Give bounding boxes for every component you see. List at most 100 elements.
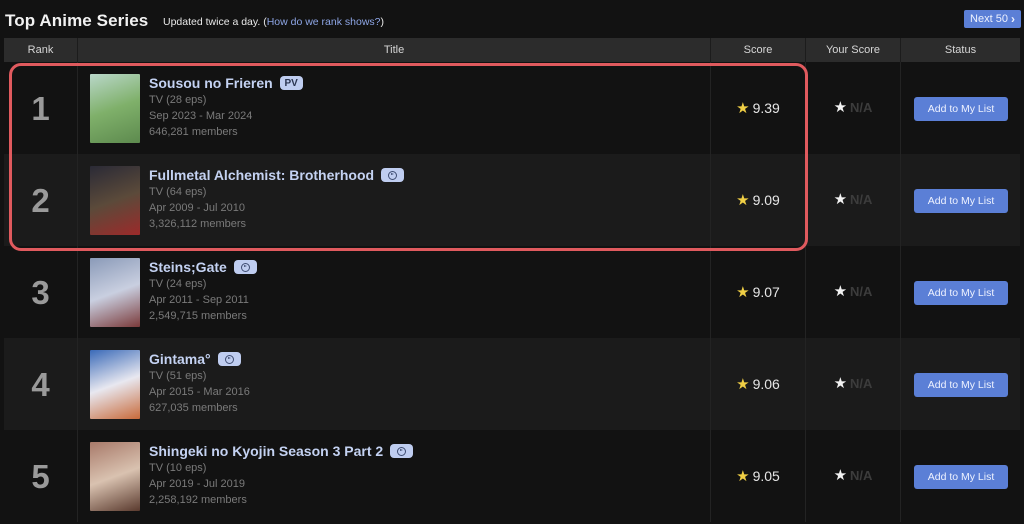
promo-video-badge[interactable]: PV	[279, 76, 303, 90]
star-icon: ★	[736, 283, 750, 301]
score-value: 9.05	[752, 468, 780, 484]
anime-type: TV (24 eps)	[149, 278, 207, 290]
anime-thumbnail[interactable]	[90, 442, 140, 511]
page-title: Top Anime Series	[5, 11, 149, 30]
anime-info: Gintama° TV (51 eps) Apr 2015 - Mar 2016…	[149, 350, 250, 416]
star-outline-icon[interactable]: ★	[834, 284, 847, 299]
chevron-right-icon: ›	[1010, 12, 1015, 26]
title-cell: Fullmetal Alchemist: Brotherhood TV (64 …	[78, 154, 711, 246]
update-note: Updated twice a day.	[163, 16, 261, 28]
rank-method-link[interactable]: How do we rank shows?	[267, 16, 381, 28]
anime-info: Steins;Gate TV (24 eps) Apr 2011 - Sep 2…	[149, 258, 257, 324]
anime-members: 2,258,192 members	[149, 494, 247, 506]
anime-type: TV (51 eps)	[149, 370, 207, 382]
rank-cell: 1	[4, 62, 78, 154]
anime-members: 2,549,715 members	[149, 310, 247, 322]
add-to-list-button[interactable]: Add to My List	[914, 465, 1008, 489]
column-header-score[interactable]: Score	[711, 38, 806, 62]
next-50-button[interactable]: Next 50 ›	[964, 10, 1021, 28]
anime-aired: Apr 2009 - Jul 2010	[149, 202, 246, 214]
anime-members: 646,281 members	[149, 126, 238, 138]
star-icon: ★	[736, 191, 750, 209]
anime-aired: Apr 2019 - Jul 2019	[149, 478, 246, 490]
column-header-status[interactable]: Status	[901, 38, 1020, 62]
table-row: 1 Sousou no Frieren PV TV (28 eps) Sep 2…	[4, 62, 1020, 154]
your-score-value: N/A	[850, 468, 873, 483]
anime-thumbnail[interactable]	[90, 74, 140, 143]
anime-thumbnail[interactable]	[90, 350, 140, 419]
anime-title-link[interactable]: Gintama°	[149, 351, 211, 367]
anime-thumbnail[interactable]	[90, 166, 140, 235]
play-icon	[224, 354, 234, 364]
star-outline-icon[interactable]: ★	[834, 376, 847, 391]
star-icon: ★	[736, 375, 750, 393]
play-icon	[388, 170, 398, 180]
rank-number: 5	[31, 458, 50, 495]
your-score-value: N/A	[850, 376, 873, 391]
score-value: 9.09	[752, 192, 780, 208]
anime-info: Shingeki no Kyojin Season 3 Part 2 TV (1…	[149, 442, 414, 508]
add-to-list-button[interactable]: Add to My List	[914, 189, 1008, 213]
score-value: 9.39	[752, 100, 780, 116]
rank-cell: 4	[4, 338, 78, 430]
play-video-button[interactable]	[381, 168, 405, 182]
add-to-list-button[interactable]: Add to My List	[914, 373, 1008, 397]
paren-close: )	[380, 16, 385, 28]
score-cell: ★ 9.05	[711, 430, 806, 522]
play-video-button[interactable]	[233, 260, 257, 274]
rank-cell: 3	[4, 246, 78, 338]
table-row: 3 Steins;Gate TV (24 eps) Apr 2011 - Sep…	[4, 246, 1020, 338]
score-cell: ★ 9.09	[711, 154, 806, 246]
title-cell: Sousou no Frieren PV TV (28 eps) Sep 202…	[78, 62, 711, 154]
anime-type: TV (10 eps)	[149, 462, 207, 474]
your-score-cell: ★ N/A	[806, 430, 901, 522]
star-outline-icon[interactable]: ★	[834, 192, 847, 207]
status-cell: Add to My List	[901, 246, 1020, 338]
status-cell: Add to My List	[901, 62, 1020, 154]
add-to-list-button[interactable]: Add to My List	[914, 97, 1008, 121]
rank-number: 2	[31, 182, 50, 219]
anime-thumbnail[interactable]	[90, 258, 140, 327]
add-to-list-button[interactable]: Add to My List	[914, 281, 1008, 305]
rank-cell: 2	[4, 154, 78, 246]
anime-aired: Apr 2011 - Sep 2011	[149, 294, 249, 306]
anime-title-link[interactable]: Fullmetal Alchemist: Brotherhood	[149, 167, 374, 183]
anime-title-link[interactable]: Steins;Gate	[149, 259, 227, 275]
your-score-value: N/A	[850, 100, 873, 115]
rank-number: 3	[31, 274, 50, 311]
score-value: 9.06	[752, 376, 780, 392]
column-header-your-score[interactable]: Your Score	[806, 38, 901, 62]
anime-info: Sousou no Frieren PV TV (28 eps) Sep 202…	[149, 74, 303, 140]
title-cell: Shingeki no Kyojin Season 3 Part 2 TV (1…	[78, 430, 711, 522]
play-icon	[397, 446, 407, 456]
score-cell: ★ 9.06	[711, 338, 806, 430]
rank-number: 4	[31, 366, 50, 403]
your-score-cell: ★ N/A	[806, 62, 901, 154]
table-row: 5 Shingeki no Kyojin Season 3 Part 2 TV …	[4, 430, 1020, 522]
star-icon: ★	[736, 99, 750, 117]
table-body: 1 Sousou no Frieren PV TV (28 eps) Sep 2…	[4, 62, 1020, 522]
anime-type: TV (28 eps)	[149, 94, 207, 106]
your-score-cell: ★ N/A	[806, 338, 901, 430]
anime-title-link[interactable]: Shingeki no Kyojin Season 3 Part 2	[149, 443, 383, 459]
title-cell: Steins;Gate TV (24 eps) Apr 2011 - Sep 2…	[78, 246, 711, 338]
play-video-button[interactable]	[217, 352, 241, 366]
play-video-button[interactable]	[390, 444, 414, 458]
table-header: Rank Title Score Your Score Status	[4, 38, 1020, 62]
anime-members: 627,035 members	[149, 402, 238, 414]
score-value: 9.07	[752, 284, 780, 300]
table-row: 4 Gintama° TV (51 eps) Apr 2015 - Mar 20…	[4, 338, 1020, 430]
column-header-title[interactable]: Title	[78, 38, 711, 62]
score-cell: ★ 9.39	[711, 62, 806, 154]
column-header-rank[interactable]: Rank	[4, 38, 78, 62]
your-score-value: N/A	[850, 284, 873, 299]
anime-members: 3,326,112 members	[149, 218, 247, 230]
star-outline-icon[interactable]: ★	[834, 468, 847, 483]
star-outline-icon[interactable]: ★	[834, 100, 847, 115]
rank-cell: 5	[4, 430, 78, 522]
anime-type: TV (64 eps)	[149, 186, 207, 198]
status-cell: Add to My List	[901, 430, 1020, 522]
top-bar: Top Anime Series Updated twice a day. (H…	[0, 0, 1024, 38]
anime-title-link[interactable]: Sousou no Frieren	[149, 75, 273, 91]
page-subtitle: Updated twice a day. (How do we rank sho…	[163, 16, 384, 28]
